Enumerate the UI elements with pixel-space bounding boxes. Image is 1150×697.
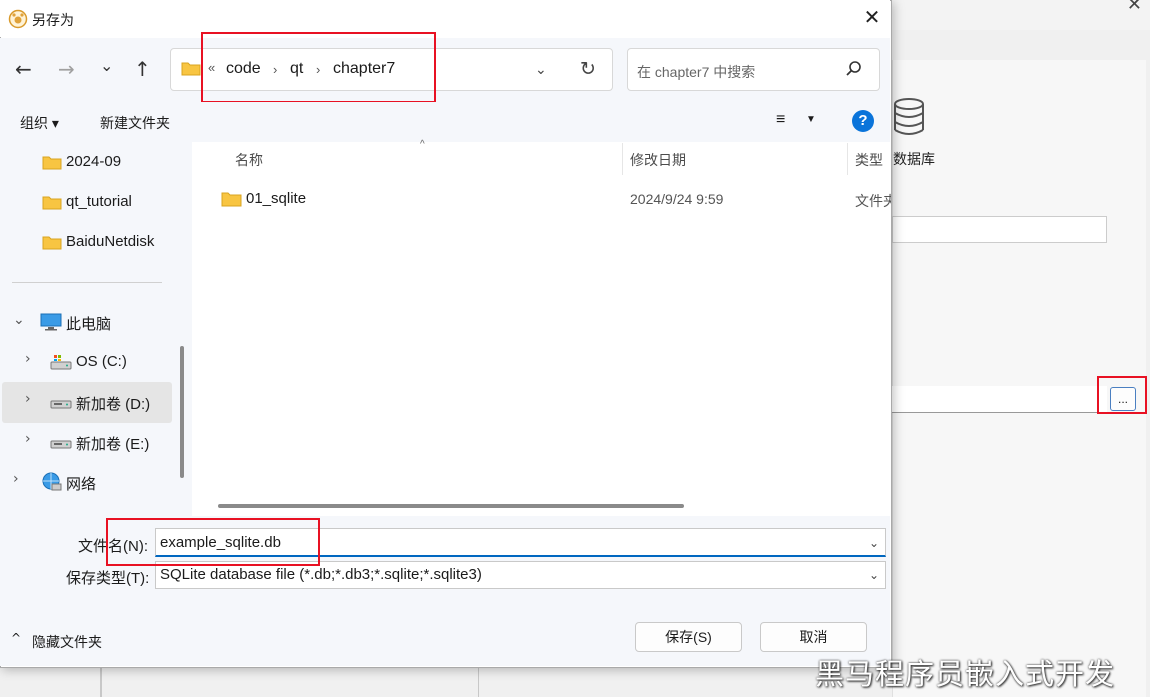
chevron-right-icon[interactable]: › <box>13 471 19 487</box>
cancel-button[interactable]: 取消 <box>760 622 867 652</box>
forward-arrow-icon[interactable]: → <box>58 57 75 81</box>
nav-item-drive-c[interactable]: OS (C:) <box>76 353 127 370</box>
recent-locations-chevron-icon[interactable]: ⌄ <box>100 56 113 75</box>
background-path-input[interactable] <box>892 386 1107 413</box>
nav-item-drive-e[interactable]: 新加卷 (E:) <box>76 433 149 454</box>
chevron-right-icon[interactable]: › <box>25 431 31 447</box>
new-folder-button[interactable]: 新建文件夹 <box>100 113 170 133</box>
database-icon <box>892 97 926 142</box>
file-row-date: 2024/9/24 9:59 <box>630 191 724 207</box>
dialog-titlebar <box>0 0 890 37</box>
nav-item-qt-tutorial[interactable]: qt_tutorial <box>66 193 132 210</box>
file-row-type: 文件夹 <box>855 193 891 209</box>
column-header-type[interactable]: 类型 <box>855 150 883 170</box>
background-text-input[interactable] <box>892 216 1107 243</box>
column-header-date[interactable]: 修改日期 <box>630 150 686 170</box>
close-icon[interactable]: ✕ <box>858 4 886 32</box>
chevron-down-icon[interactable]: ⌄ <box>13 312 25 328</box>
help-icon[interactable]: ? <box>852 110 874 132</box>
organize-button[interactable]: 组织 ▾ <box>20 113 59 133</box>
column-header-name[interactable]: 名称 <box>235 150 263 170</box>
up-arrow-icon[interactable]: ↑ <box>134 57 151 81</box>
background-divider <box>100 668 102 697</box>
drive-icon <box>50 393 72 414</box>
app-logo-icon <box>8 9 28 32</box>
save-type-label: 保存类型(T): <box>66 570 150 587</box>
column-divider[interactable] <box>622 143 623 175</box>
save-type-value[interactable]: SQLite database file (*.db;*.db3;*.sqlit… <box>160 566 482 583</box>
folder-icon <box>221 190 242 210</box>
database-label: 数据库 <box>893 151 935 167</box>
computer-icon <box>40 313 62 334</box>
annotation-box-browse <box>1097 376 1147 414</box>
chevron-right-icon[interactable]: › <box>25 391 31 407</box>
chevron-up-icon[interactable]: ^ <box>11 631 21 645</box>
network-icon <box>40 472 62 495</box>
horizontal-scrollbar-thumb[interactable] <box>218 504 684 508</box>
nav-item-this-pc[interactable]: 此电脑 <box>66 313 111 334</box>
annotation-box-filename <box>106 518 320 566</box>
drive-icon <box>50 353 72 374</box>
folder-icon <box>42 234 62 253</box>
chevron-down-icon[interactable]: ⌄ <box>869 568 879 582</box>
nav-item-baidunetdisk[interactable]: BaiduNetdisk <box>66 233 154 250</box>
search-placeholder: 在 chapter7 中搜索 <box>637 64 756 80</box>
nav-divider <box>12 282 162 283</box>
view-dropdown-caret-icon[interactable]: ▼ <box>806 114 816 125</box>
dialog-title: 另存为 <box>32 12 74 28</box>
chevron-right-icon[interactable]: › <box>25 351 31 367</box>
column-divider[interactable] <box>847 143 848 175</box>
back-arrow-icon[interactable]: ← <box>15 57 32 81</box>
watermark-text: 黑马程序员嵌入式开发 <box>815 657 1116 691</box>
drive-icon <box>50 433 72 454</box>
background-close-icon[interactable]: ✕ <box>1127 0 1142 15</box>
nav-pane-scrollbar[interactable] <box>180 346 184 478</box>
folder-icon <box>42 154 62 173</box>
nav-item-drive-d[interactable]: 新加卷 (D:) <box>76 393 150 414</box>
address-dropdown-chevron-icon[interactable]: ⌄ <box>535 61 547 78</box>
file-row-name[interactable]: 01_sqlite <box>246 190 306 207</box>
nav-item-network[interactable]: 网络 <box>66 473 96 494</box>
folder-icon <box>42 194 62 213</box>
view-options-icon[interactable]: ≡ <box>776 111 785 129</box>
search-icon[interactable] <box>845 60 863 81</box>
hide-folders-toggle[interactable]: 隐藏文件夹 <box>32 632 102 652</box>
folder-icon <box>181 60 201 79</box>
sort-ascending-icon: ^ <box>420 139 425 150</box>
save-button[interactable]: 保存(S) <box>635 622 742 652</box>
background-divider <box>478 668 479 697</box>
nav-item-2024-09[interactable]: 2024-09 <box>66 153 121 170</box>
refresh-icon[interactable]: ↻ <box>580 58 596 80</box>
chevron-down-icon[interactable]: ⌄ <box>869 536 879 550</box>
annotation-box-address <box>201 32 436 103</box>
